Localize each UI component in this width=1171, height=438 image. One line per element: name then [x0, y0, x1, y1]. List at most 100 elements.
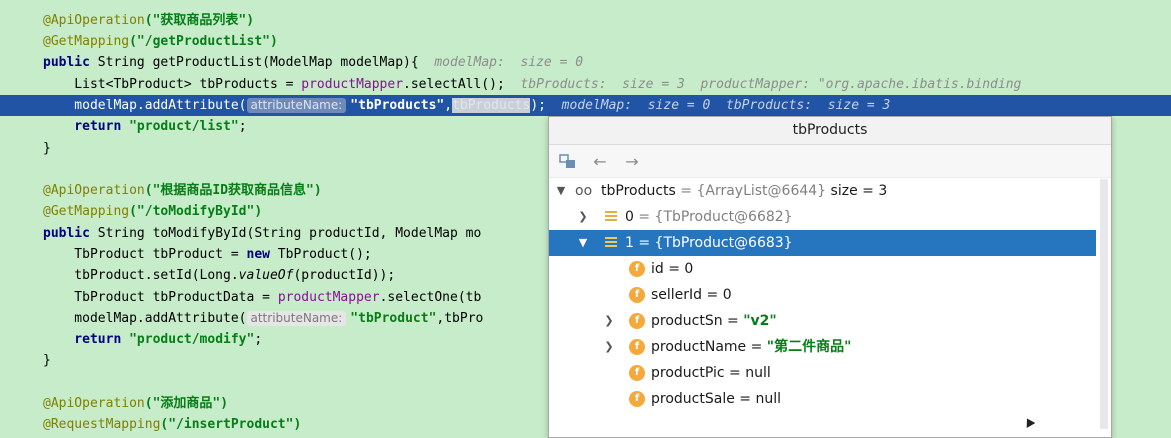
string-literal: ("/getProductList"): [129, 34, 278, 49]
code-text: }: [43, 353, 51, 368]
code-text: TbProduct();: [269, 247, 372, 262]
variable-name: 0: [625, 209, 634, 225]
keyword: return: [43, 119, 122, 134]
variable-size: size = 3: [826, 183, 888, 199]
annotation: @GetMapping: [43, 204, 130, 219]
code-text: );: [530, 98, 546, 113]
tree-row-sellerId[interactable]: f sellerId = 0: [549, 282, 1096, 308]
tree-row-item0[interactable]: ❯ 0 = {TbProduct@6682}: [549, 204, 1096, 230]
annotation: @ApiOperation: [43, 396, 145, 411]
chevron-right-icon[interactable]: ❯: [603, 334, 615, 360]
add-to-watches-icon[interactable]: [557, 150, 579, 172]
parameter-hint: attributeName:: [246, 98, 347, 113]
tree-row-productSn[interactable]: ❯ f productSn = "v2": [549, 308, 1096, 334]
field-value: = null: [724, 365, 771, 381]
inline-debug-value: modelMap: size = 0: [418, 55, 584, 70]
code-line[interactable]: @ApiOperation("获取商品列表"): [0, 10, 1171, 31]
field-icon: f: [629, 391, 645, 407]
code-line[interactable]: @GetMapping("/getProductList"): [0, 31, 1171, 52]
field-name: productPic: [651, 365, 725, 381]
code-text: ,: [444, 98, 453, 113]
forward-arrow-icon[interactable]: →: [621, 150, 643, 172]
code-text: ;: [254, 332, 263, 347]
keyword: public: [43, 226, 90, 241]
tree-row-productPic[interactable]: f productPic = null: [549, 360, 1096, 386]
code-text: (productId));: [293, 268, 396, 283]
equals-sign: =: [722, 313, 744, 329]
field-name: productName: [651, 339, 747, 355]
field-icon: f: [629, 287, 645, 303]
chevron-down-icon[interactable]: ▼: [555, 178, 567, 204]
popup-toolbar: ← →: [549, 145, 1111, 178]
keyword: public: [43, 55, 90, 70]
annotation: @GetMapping: [43, 34, 130, 49]
annotation: @ApiOperation: [43, 183, 145, 198]
field-name: id: [651, 261, 664, 277]
code-text: String toModifyById(String productId, Mo…: [89, 226, 482, 241]
equals-sign: =: [746, 339, 767, 355]
string-literal: ("/insertProduct"): [160, 417, 302, 432]
inline-debug-value: tbProducts: size = 3 productMapper: "org…: [504, 77, 1022, 92]
string-literal: ("添加商品"): [144, 396, 229, 411]
code-text: .selectOne(tb: [379, 290, 482, 305]
field-name: productSn: [651, 313, 723, 329]
field-value: "v2": [743, 313, 777, 329]
tree-row-productName[interactable]: ❯ f productName = "第二件商品": [549, 334, 1096, 360]
code-text: TbProduct tbProductData =: [43, 290, 278, 305]
tree-row-id[interactable]: f id = 0: [549, 256, 1096, 282]
string-literal: "product/list": [121, 119, 239, 134]
code-text: String getProductList(ModelMap modelMap)…: [89, 55, 419, 70]
code-text: tbProduct.setId(Long.: [43, 268, 239, 283]
string-literal: ("/toModifyById"): [129, 204, 263, 219]
string-literal: "product/modify": [121, 332, 255, 347]
variable-value: = {TbProduct@6682}: [633, 209, 793, 225]
chevron-right-icon[interactable]: ❯: [603, 308, 615, 334]
list-element-icon: [605, 237, 617, 249]
tree-row-root[interactable]: ▼ oo tbProducts = {ArrayList@6644} size …: [549, 178, 1096, 204]
selected-expression[interactable]: tbProducts: [452, 98, 531, 113]
field-ref: productMapper: [301, 77, 404, 92]
watch-glasses-icon: oo: [575, 183, 593, 199]
variable-value: = {ArrayList@6644}: [675, 183, 827, 199]
popup-scrollbar[interactable]: [1100, 179, 1108, 429]
code-text: List<TbProduct> tbProducts =: [43, 77, 302, 92]
variable-value: = {TbProduct@6683}: [633, 235, 793, 251]
string-literal: ("获取商品列表"): [144, 13, 255, 28]
chevron-right-icon[interactable]: ❯: [577, 204, 589, 230]
list-element-icon: [605, 211, 617, 223]
code-text: modelMap.addAttribute(: [43, 311, 247, 326]
code-text: .selectAll();: [403, 77, 505, 92]
code-text: TbProduct tbProduct =: [43, 247, 247, 262]
string-literal: "tbProducts": [350, 98, 445, 113]
code-text: ;: [238, 119, 247, 134]
string-literal: "tbProduct": [350, 311, 437, 326]
field-ref: productMapper: [277, 290, 380, 305]
variable-name: 1: [625, 235, 634, 251]
field-value: = 0: [663, 261, 694, 277]
variable-name: tbProducts: [601, 183, 676, 199]
code-text: modelMap.addAttribute(: [43, 98, 247, 113]
keyword: return: [43, 332, 122, 347]
field-icon: f: [629, 313, 645, 329]
field-icon: f: [629, 365, 645, 381]
popup-title: tbProducts: [549, 117, 1111, 145]
inline-debug-value: modelMap: size = 0 tbProducts: size = 3: [545, 98, 891, 113]
field-name: productSale: [651, 391, 735, 407]
field-value: = 0: [702, 287, 732, 303]
variable-inspector-popup[interactable]: tbProducts ← → ▼ oo tbProducts = {ArrayL…: [548, 116, 1112, 438]
field-value: "第二件商品": [766, 339, 852, 355]
chevron-down-icon[interactable]: ▼: [577, 230, 589, 256]
tree-row-productSale[interactable]: f productSale = null: [549, 386, 1096, 412]
code-text: }: [43, 141, 51, 156]
back-arrow-icon[interactable]: ←: [589, 150, 611, 172]
annotation: @ApiOperation: [43, 13, 145, 28]
annotation: @RequestMapping: [43, 417, 161, 432]
string-literal: ("根据商品ID获取商品信息"): [144, 183, 322, 198]
code-line[interactable]: public String getProductList(ModelMap mo…: [0, 52, 1171, 73]
field-icon: f: [629, 261, 645, 277]
current-execution-line[interactable]: modelMap.addAttribute(attributeName: "tbP…: [0, 95, 1171, 116]
code-line[interactable]: List<TbProduct> tbProducts = productMapp…: [0, 74, 1171, 95]
code-text: ,tbPro: [436, 311, 484, 326]
field-icon: f: [629, 339, 645, 355]
tree-row-item1[interactable]: ▼ 1 = {TbProduct@6683}: [549, 230, 1096, 256]
